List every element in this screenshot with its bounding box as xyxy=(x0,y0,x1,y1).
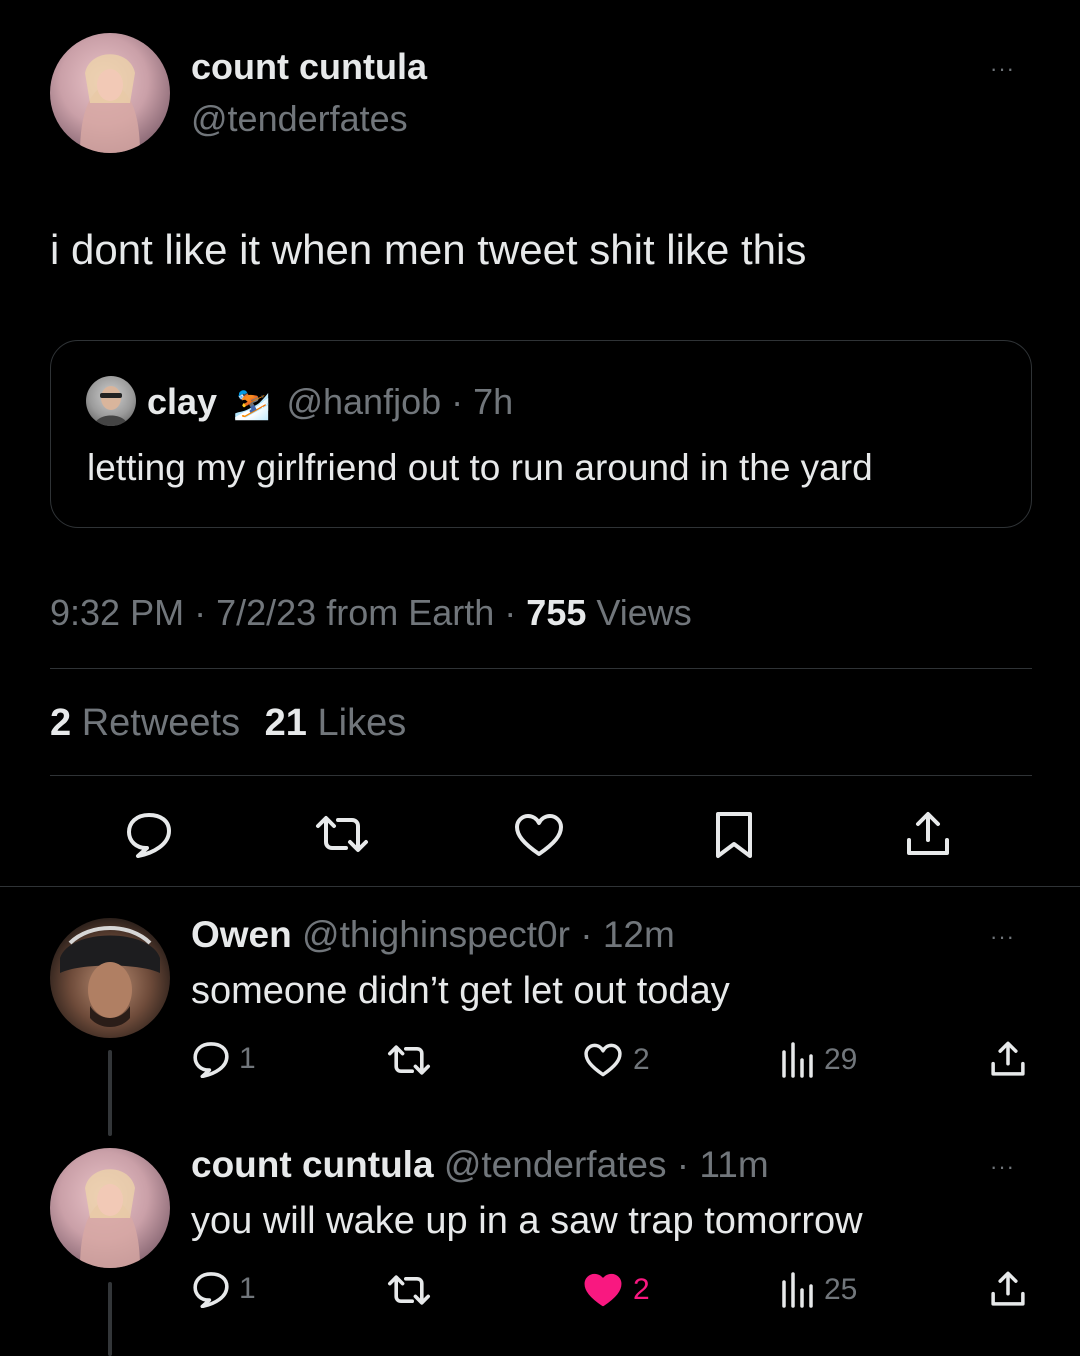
tweet-time[interactable]: 9:32 PM xyxy=(50,592,184,633)
quote-time[interactable]: 7h xyxy=(473,381,513,422)
reply-action-like[interactable]: 2 xyxy=(583,1272,650,1308)
like-icon xyxy=(583,1272,623,1308)
meta-separator: · xyxy=(194,592,207,633)
likes-label: Likes xyxy=(317,702,407,744)
reply-avatar[interactable] xyxy=(50,918,170,1038)
tweet-meta: 9:32 PM · 7/2/23 from Earth · 755 Views xyxy=(50,592,692,634)
views-count: 25 xyxy=(824,1273,858,1306)
author-avatar[interactable] xyxy=(50,33,170,153)
share-icon[interactable] xyxy=(990,1270,1026,1308)
share-icon[interactable] xyxy=(990,1040,1026,1078)
thread-line xyxy=(108,1050,112,1136)
reply-author-handle[interactable]: @tenderfates xyxy=(444,1144,667,1185)
reply-action-views[interactable]: 25 xyxy=(780,1272,857,1308)
reply-action-reply[interactable]: 1 xyxy=(191,1270,256,1308)
tweet-date[interactable]: 7/2/23 xyxy=(216,592,316,633)
quote-header: clay ⛷️ @hanfjob · 7h xyxy=(147,381,513,423)
retweets-count: 2 xyxy=(50,702,72,744)
retweets-label: Retweets xyxy=(81,702,241,744)
reply-author-name[interactable]: Owen xyxy=(191,914,292,955)
reply-icon xyxy=(191,1270,231,1308)
quote-author-handle[interactable]: @hanfjob xyxy=(286,381,441,422)
reply-text: someone didn’t get let out today xyxy=(191,970,730,1012)
reply-separator: · xyxy=(676,1144,690,1185)
retweet-icon[interactable] xyxy=(312,812,372,856)
reply-header: Owen @thighinspect0r · 12m xyxy=(191,914,675,956)
quote-author-emoji-icon: ⛷️ xyxy=(233,388,271,421)
divider xyxy=(50,775,1032,776)
author-name[interactable]: count cuntula xyxy=(191,46,427,88)
reply-time[interactable]: 11m xyxy=(699,1144,768,1185)
retweet-icon[interactable] xyxy=(385,1272,433,1308)
views-count: 29 xyxy=(824,1043,858,1076)
more-icon[interactable]: ··· xyxy=(990,926,1015,948)
reply-avatar[interactable] xyxy=(50,1148,170,1268)
views-icon xyxy=(780,1042,814,1078)
views-count: 755 xyxy=(526,592,587,633)
retweet-icon[interactable] xyxy=(385,1042,433,1078)
tweet-detail-screen: count cuntula @tenderfates ··· i dont li… xyxy=(0,0,1080,1356)
share-icon[interactable] xyxy=(905,810,951,858)
reply-action-views[interactable]: 29 xyxy=(780,1042,857,1078)
divider xyxy=(50,668,1032,669)
quote-tweet-card[interactable]: clay ⛷️ @hanfjob · 7h letting my girlfri… xyxy=(50,340,1032,528)
reply-author-handle[interactable]: @thighinspect0r xyxy=(302,914,570,955)
reply-count: 1 xyxy=(239,1272,256,1305)
reply-text: you will wake up in a saw trap tomorrow xyxy=(191,1200,863,1242)
like-count: 2 xyxy=(633,1273,650,1306)
meta-separator: · xyxy=(504,592,517,633)
reply-icon[interactable] xyxy=(124,810,174,858)
reply-count: 1 xyxy=(239,1042,256,1075)
reply-action-reply[interactable]: 1 xyxy=(191,1040,256,1078)
reply-header: count cuntula @tenderfates · 11m xyxy=(191,1144,769,1186)
views-label: Views xyxy=(596,592,692,633)
quote-author-name[interactable]: clay xyxy=(147,381,217,422)
quote-text: letting my girlfriend out to run around … xyxy=(87,447,873,488)
likes-stat[interactable]: 21 Likes xyxy=(265,702,407,744)
quote-separator: · xyxy=(451,381,464,422)
like-icon[interactable] xyxy=(513,812,565,858)
like-count: 2 xyxy=(633,1043,650,1076)
bookmark-icon[interactable] xyxy=(714,810,754,860)
divider xyxy=(0,886,1080,887)
tweet-text: i dont like it when men tweet shit like … xyxy=(50,226,807,273)
like-icon xyxy=(583,1042,623,1078)
views-icon xyxy=(780,1272,814,1308)
more-icon[interactable]: ··· xyxy=(990,1156,1015,1178)
more-icon[interactable]: ··· xyxy=(990,58,1015,80)
retweets-stat[interactable]: 2 Retweets xyxy=(50,702,251,744)
tweet-stats: 2 Retweets 21 Likes xyxy=(50,702,406,745)
reply-separator: · xyxy=(580,914,593,955)
author-handle[interactable]: @tenderfates xyxy=(191,98,408,140)
likes-count: 21 xyxy=(264,702,307,744)
tweet-source: from Earth xyxy=(326,592,495,633)
quote-author-avatar[interactable] xyxy=(86,376,136,426)
reply-time[interactable]: 12m xyxy=(603,914,675,955)
reply-action-like[interactable]: 2 xyxy=(583,1042,650,1078)
reply-icon xyxy=(191,1040,231,1078)
reply-author-name[interactable]: count cuntula xyxy=(191,1144,434,1185)
thread-line xyxy=(108,1282,112,1356)
